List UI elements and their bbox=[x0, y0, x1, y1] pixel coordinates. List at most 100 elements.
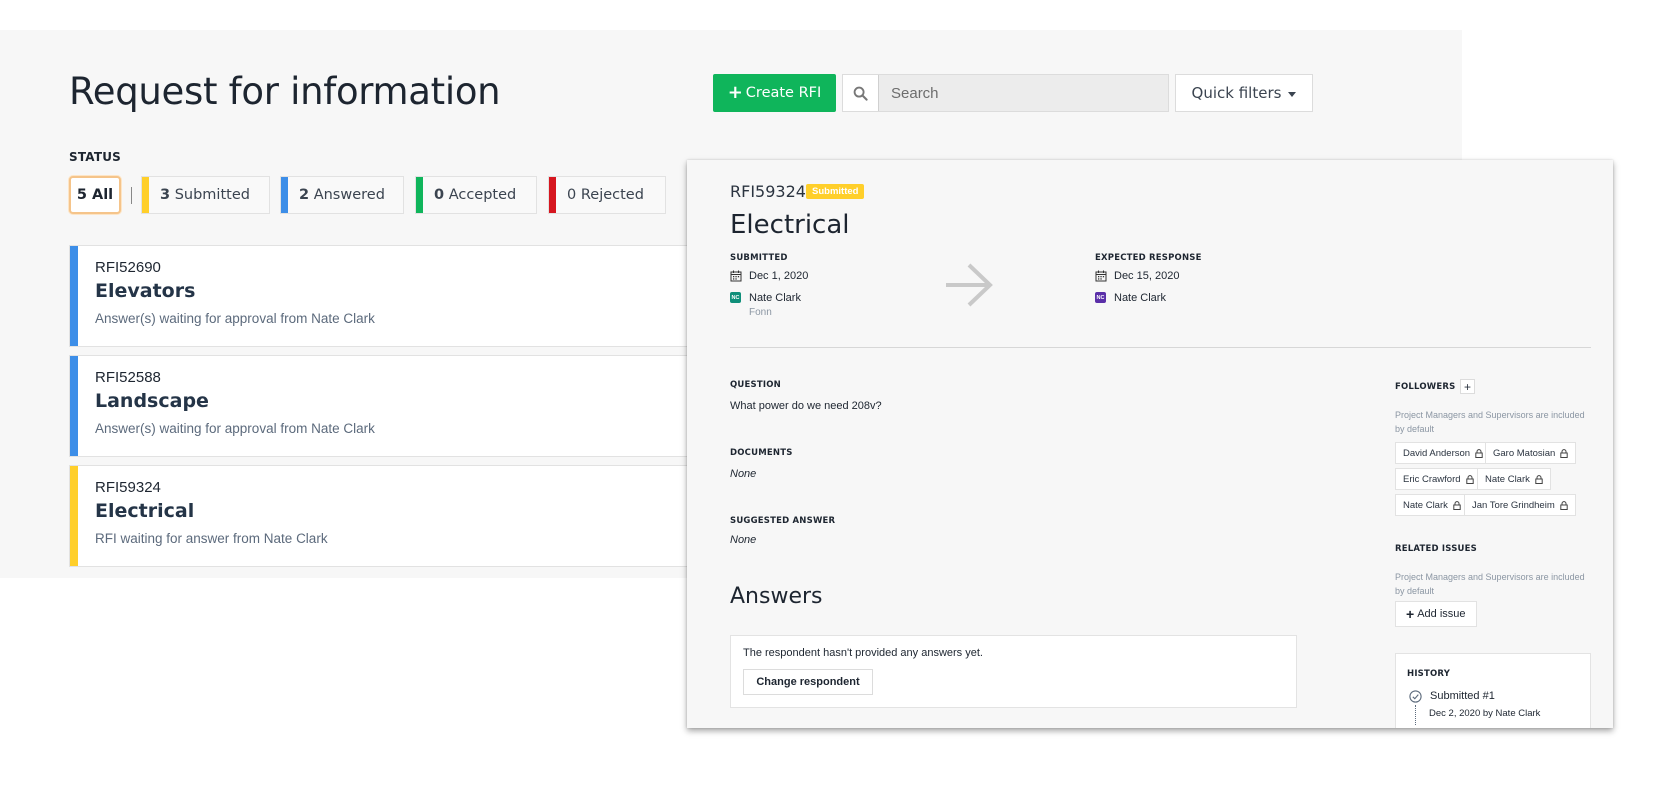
lock-icon bbox=[1560, 448, 1569, 458]
status-chip-all[interactable]: 5 All bbox=[69, 176, 121, 214]
status-chip-label: Accepted bbox=[448, 187, 517, 203]
follower-name: Nate Clark bbox=[1485, 473, 1530, 485]
expected-response-label: EXPECTED RESPONSE bbox=[1095, 253, 1202, 263]
plus-icon: + bbox=[1406, 606, 1415, 622]
follower-name: Garo Matosian bbox=[1493, 447, 1556, 459]
quick-filters-dropdown[interactable]: Quick filters bbox=[1175, 74, 1313, 112]
avatar: NC bbox=[1095, 292, 1106, 303]
lock-icon bbox=[1535, 474, 1543, 484]
rfi-subtitle: Answer(s) waiting for approval from Nate… bbox=[95, 421, 375, 436]
status-count: 5 bbox=[76, 187, 87, 203]
rfi-card[interactable]: RFI52588 Landscape Answer(s) waiting for… bbox=[69, 355, 699, 457]
status-badge: Submitted bbox=[806, 184, 865, 199]
rfi-subtitle: Answer(s) waiting for approval from Nate… bbox=[95, 311, 375, 326]
rfi-id: RFI52588 bbox=[95, 369, 161, 386]
follower-chip[interactable]: David Anderson bbox=[1395, 442, 1492, 464]
check-circle-icon bbox=[1409, 690, 1422, 703]
documents-value: None bbox=[730, 468, 757, 480]
rfi-id: RFI59324 bbox=[95, 479, 161, 496]
rfi-status-bar bbox=[70, 466, 78, 566]
rfi-title: Elevators bbox=[95, 280, 196, 302]
search-input[interactable] bbox=[879, 75, 1168, 111]
create-rfi-label: Create RFI bbox=[745, 85, 822, 101]
answers-heading: Answers bbox=[730, 584, 823, 609]
submitted-company: Fonn bbox=[749, 307, 772, 318]
followers-note: Project Managers and Supervisors are inc… bbox=[1395, 410, 1585, 434]
arrow-right-icon bbox=[946, 263, 993, 307]
status-color-bar bbox=[416, 177, 423, 213]
follower-chip[interactable]: Nate Clark bbox=[1395, 494, 1469, 516]
rfi-id: RFI52690 bbox=[95, 259, 161, 276]
lock-icon bbox=[1453, 500, 1461, 510]
follower-name: Nate Clark bbox=[1403, 499, 1448, 511]
history-timeline bbox=[1415, 705, 1416, 725]
question-label: QUESTION bbox=[730, 380, 781, 390]
answers-box: The respondent hasn't provided any answe… bbox=[730, 635, 1297, 708]
history-panel: HISTORY Submitted #1 Dec 2, 2020 by Nate… bbox=[1395, 653, 1591, 728]
follower-chip[interactable]: Nate Clark bbox=[1477, 468, 1551, 490]
follower-chip[interactable]: Jan Tore Grindheim bbox=[1464, 494, 1576, 516]
history-label: HISTORY bbox=[1407, 669, 1451, 679]
documents-label: DOCUMENTS bbox=[730, 448, 793, 458]
rfi-detail-panel: RFI59324 Submitted Electrical SUBMITTED … bbox=[687, 160, 1613, 728]
status-chip-label: Submitted bbox=[174, 187, 250, 203]
add-follower-button[interactable]: + bbox=[1460, 379, 1475, 394]
expected-person[interactable]: Nate Clark bbox=[1114, 292, 1166, 304]
search-box bbox=[842, 74, 1169, 112]
detail-title: Electrical bbox=[730, 210, 850, 240]
search-icon[interactable] bbox=[843, 75, 879, 111]
plus-icon: + bbox=[1463, 379, 1471, 394]
rfi-card[interactable]: RFI52690 Elevators Answer(s) waiting for… bbox=[69, 245, 699, 347]
suggested-answer-label: SUGGESTED ANSWER bbox=[730, 516, 836, 526]
calendar-icon bbox=[1095, 270, 1107, 282]
submitted-date: Dec 1, 2020 bbox=[749, 270, 809, 282]
status-chip-label: All bbox=[91, 187, 114, 203]
status-chip-rejected[interactable]: 0 Rejected bbox=[548, 176, 666, 214]
status-count: 0 bbox=[434, 187, 445, 203]
detail-rfi-id: RFI59324 bbox=[730, 182, 806, 201]
expected-date: Dec 15, 2020 bbox=[1114, 270, 1180, 282]
change-respondent-button[interactable]: Change respondent bbox=[743, 669, 873, 695]
status-count: 3 bbox=[160, 187, 171, 203]
question-text: What power do we need 208v? bbox=[730, 400, 882, 412]
history-entry-title: Submitted #1 bbox=[1430, 690, 1495, 702]
status-count: 0 bbox=[567, 187, 577, 203]
status-chip-answered[interactable]: 2 Answered bbox=[280, 176, 404, 214]
calendar-icon bbox=[730, 270, 742, 282]
rfi-subtitle: RFI waiting for answer from Nate Clark bbox=[95, 531, 328, 546]
follower-name: Jan Tore Grindheim bbox=[1472, 499, 1555, 511]
create-rfi-button[interactable]: + Create RFI bbox=[713, 74, 836, 112]
followers-label: FOLLOWERS bbox=[1395, 382, 1456, 392]
caret-down-icon bbox=[1288, 91, 1297, 97]
status-label: STATUS bbox=[69, 150, 122, 164]
status-count: 2 bbox=[299, 187, 310, 203]
page-title: Request for information bbox=[69, 70, 501, 113]
rfi-card[interactable]: RFI59324 Electrical RFI waiting for answ… bbox=[69, 465, 699, 567]
follower-chip[interactable]: Garo Matosian bbox=[1485, 442, 1577, 464]
lock-icon bbox=[1465, 474, 1474, 484]
related-issues-label: RELATED ISSUES bbox=[1395, 544, 1477, 554]
related-issues-note: Project Managers and Supervisors are inc… bbox=[1395, 572, 1585, 596]
rfi-status-bar bbox=[70, 356, 78, 456]
status-divider bbox=[131, 187, 132, 204]
add-issue-label: Add issue bbox=[1417, 608, 1466, 620]
status-color-bar bbox=[549, 177, 556, 213]
add-issue-button[interactable]: + Add issue bbox=[1395, 601, 1477, 627]
follower-name: Eric Crawford bbox=[1403, 473, 1461, 485]
history-entry-meta: Dec 2, 2020 by Nate Clark bbox=[1429, 708, 1541, 719]
status-chip-label: Rejected bbox=[580, 187, 644, 203]
follower-name: David Anderson bbox=[1403, 447, 1471, 459]
section-divider bbox=[730, 347, 1591, 348]
avatar: NC bbox=[730, 292, 741, 303]
rfi-title: Landscape bbox=[95, 390, 209, 412]
lock-icon bbox=[1475, 448, 1483, 458]
submitted-person[interactable]: Nate Clark bbox=[749, 292, 801, 304]
follower-chip[interactable]: Eric Crawford bbox=[1395, 468, 1482, 490]
no-answers-text: The respondent hasn't provided any answe… bbox=[743, 647, 983, 659]
status-color-bar bbox=[142, 177, 149, 213]
status-chip-label: Answered bbox=[313, 187, 385, 203]
status-chip-submitted[interactable]: 3 Submitted bbox=[141, 176, 270, 214]
rfi-title: Electrical bbox=[95, 500, 195, 522]
status-chip-accepted[interactable]: 0 Accepted bbox=[415, 176, 537, 214]
plus-icon: + bbox=[727, 82, 743, 103]
